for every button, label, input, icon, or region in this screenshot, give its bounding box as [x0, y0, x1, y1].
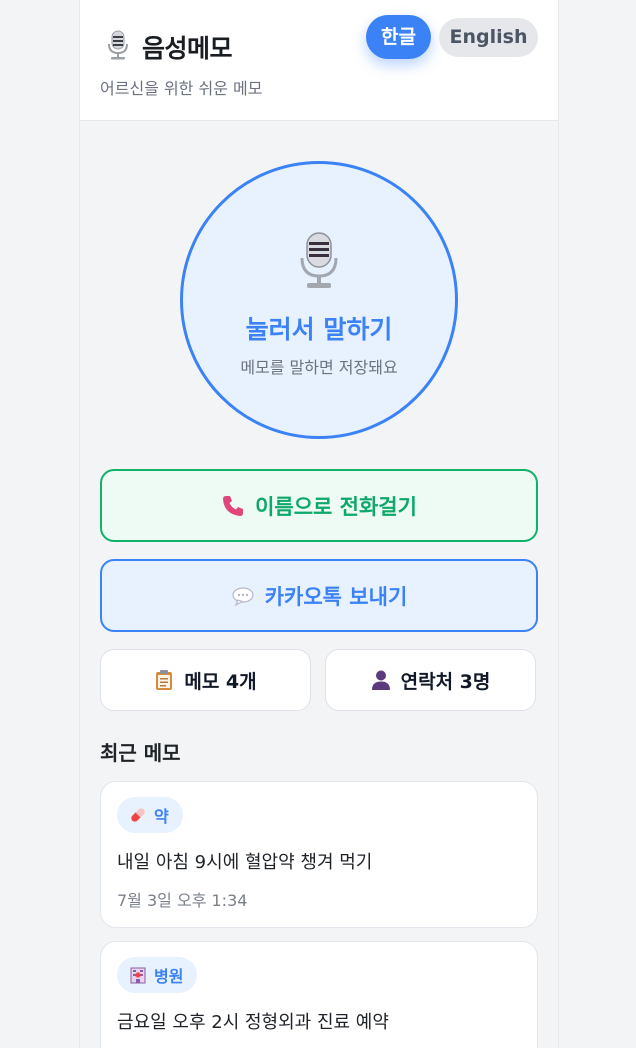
app-subtitle: 어르신을 위한 쉬운 메모	[100, 79, 263, 98]
memo-card[interactable]: 약 내일 아침 9시에 혈압약 챙겨 먹기 7월 3일 오후 1:34	[100, 781, 538, 928]
pill-icon	[131, 808, 145, 822]
clipboard-icon	[156, 670, 173, 690]
app-title: 음성메모	[142, 34, 233, 63]
kakao-label: 카카오톡 보내기	[264, 584, 408, 609]
kakao-send-button[interactable]: 카카오톡 보내기	[100, 559, 538, 632]
memo-text: 내일 아침 9시에 혈압약 챙겨 먹기	[117, 852, 373, 873]
memo-tag: 약	[117, 797, 183, 833]
memo-count: 메모 4개	[184, 670, 257, 693]
memo-card[interactable]: 병원 금요일 오후 2시 정형외과 진료 예약	[100, 941, 538, 1048]
call-label: 이름으로 전화걸기	[255, 494, 417, 519]
memo-time: 7월 3일 오후 1:34	[117, 891, 248, 910]
record-label: 눌러서 말하기	[245, 315, 393, 344]
contact-count-button[interactable]: 연락처 3명	[325, 649, 536, 711]
language-english-button[interactable]: English	[439, 18, 538, 57]
contact-count: 연락처 3명	[400, 670, 491, 693]
hospital-icon	[130, 967, 146, 984]
phone-icon	[223, 495, 244, 516]
language-korean-button[interactable]: 한글	[366, 15, 431, 59]
speech-bubble-icon	[232, 586, 254, 606]
person-icon	[371, 670, 390, 690]
memo-text: 금요일 오후 2시 정형외과 진료 예약	[117, 1012, 389, 1033]
recent-memos-title: 최근 메모	[100, 741, 181, 765]
header: 음성메모 어르신을 위한 쉬운 메모 한글 English	[80, 0, 558, 121]
memo-tag: 병원	[117, 957, 198, 993]
microphone-icon	[108, 30, 128, 60]
record-button[interactable]: 눌러서 말하기 메모를 말하면 저장돼요	[180, 161, 458, 439]
microphone-icon	[300, 232, 338, 288]
memo-tag-label: 약	[154, 807, 169, 826]
record-hint: 메모를 말하면 저장돼요	[240, 358, 398, 377]
memo-tag-label: 병원	[154, 967, 184, 986]
app-container: 음성메모 어르신을 위한 쉬운 메모 한글 English 눌러서 말하기 메모…	[79, 0, 559, 1048]
call-by-name-button[interactable]: 이름으로 전화걸기	[100, 469, 538, 542]
memo-count-button[interactable]: 메모 4개	[100, 649, 311, 711]
